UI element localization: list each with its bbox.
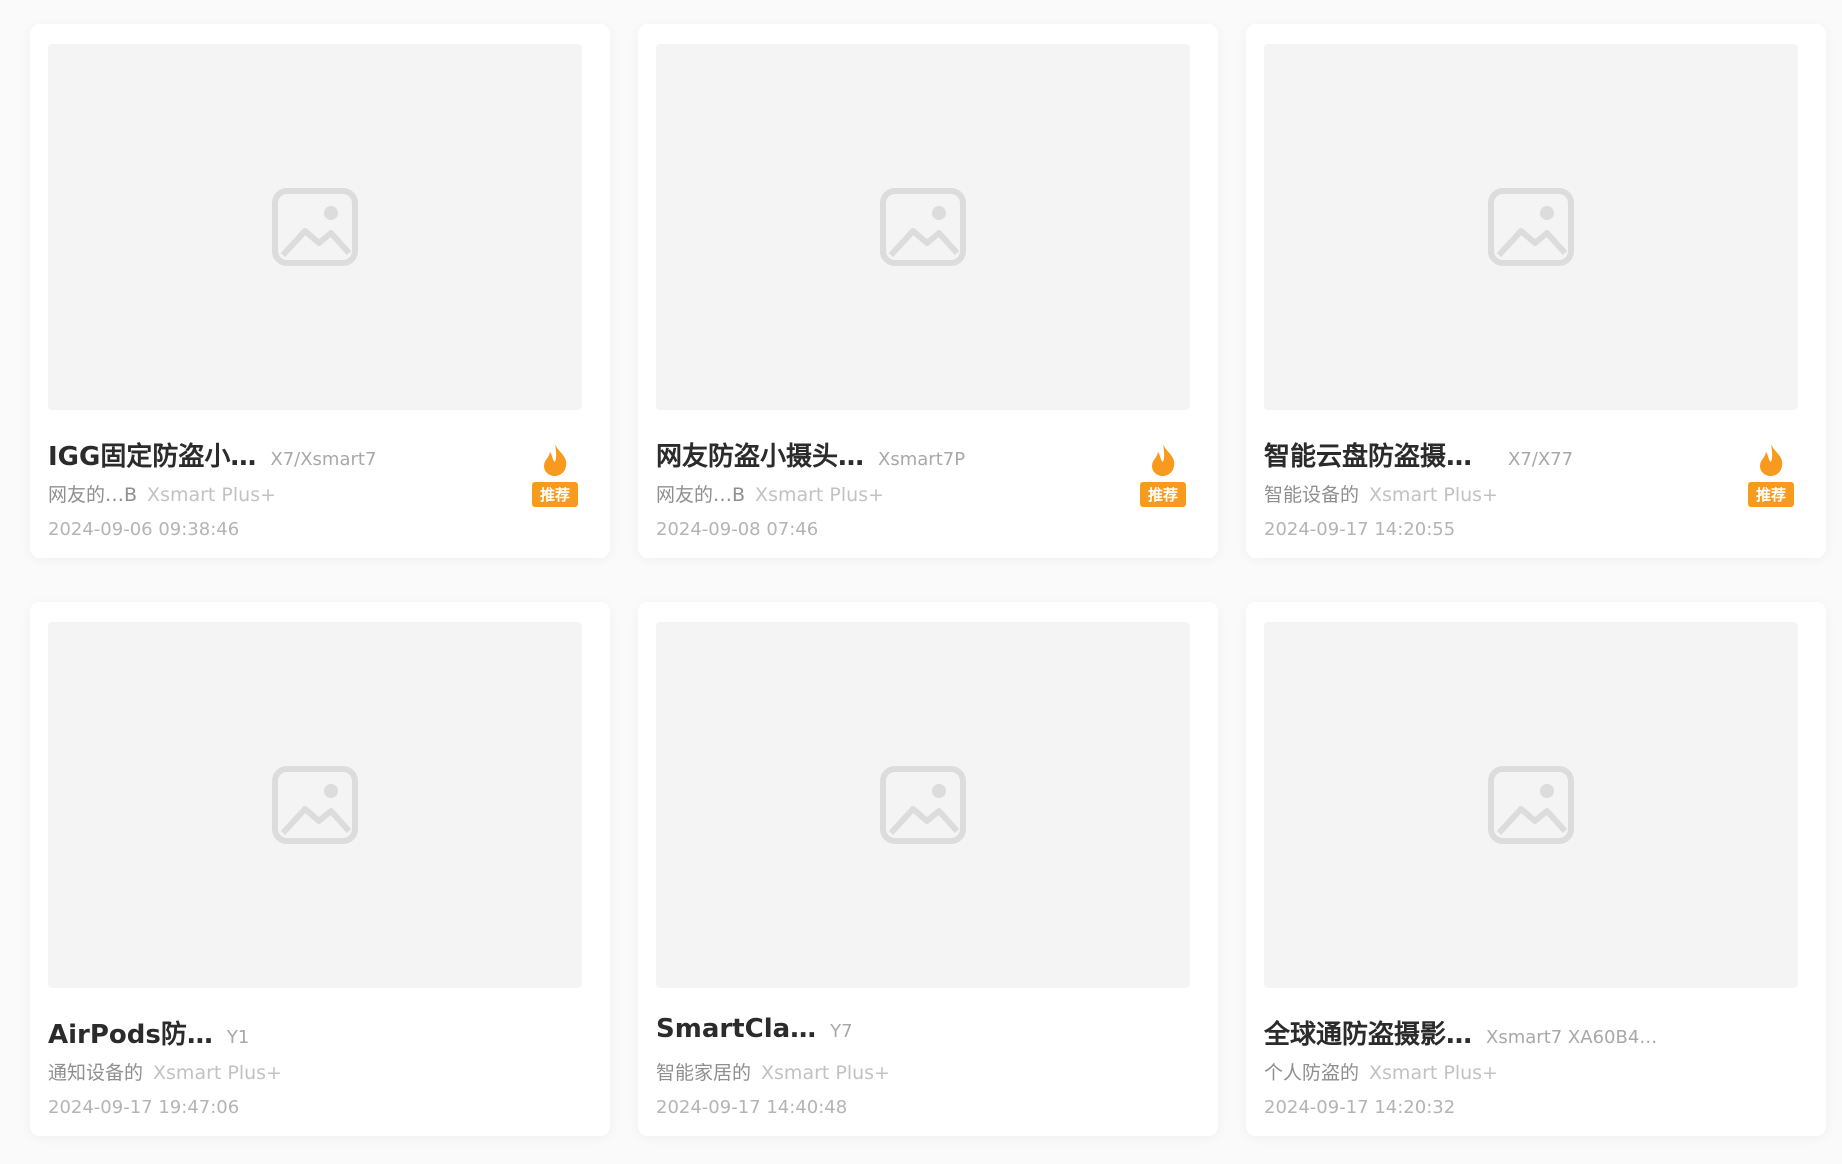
- flame-icon: [1152, 444, 1175, 476]
- card-model: Xsmart7 XA60B4…: [1486, 1027, 1658, 1048]
- product-card-5[interactable]: SmartCla… Y7 智能家居的 Xsmart Plus+ 2024-09-1…: [638, 602, 1218, 1136]
- card-owner: 网友的…B: [656, 484, 746, 506]
- card-info: 网友防盗小摄头… Xsmart7P 网友的…B Xsmart Plus+ 2024…: [656, 410, 1200, 540]
- card-extra: Xsmart Plus+: [1369, 484, 1498, 506]
- card-model: Y1: [226, 1027, 250, 1048]
- product-thumbnail[interactable]: [48, 622, 582, 988]
- card-meta: 网友的…B Xsmart Plus+: [656, 480, 1110, 507]
- hot-badge: 推荐: [1124, 442, 1202, 514]
- card-extra: Xsmart Plus+: [761, 1062, 890, 1084]
- image-placeholder-icon: [880, 766, 966, 844]
- card-meta: 通知设备的 Xsmart Plus+: [48, 1058, 502, 1085]
- product-card-6[interactable]: 全球通防盗摄影… Xsmart7 XA60B4… 个人防盗的 Xsmart Plu…: [1246, 602, 1826, 1136]
- hot-badge: 推荐: [1732, 442, 1810, 514]
- product-card-4[interactable]: AirPods防… Y1 通知设备的 Xsmart Plus+ 2024-09-1…: [30, 602, 610, 1136]
- hot-label: 推荐: [531, 482, 578, 507]
- card-extra: Xsmart Plus+: [147, 484, 277, 506]
- title-line: 智能云盘防盗摄头… X7/X77: [1264, 436, 1718, 470]
- card-extra: Xsmart Plus+: [755, 484, 885, 506]
- product-card-1[interactable]: IGG固定防盗小… X7/Xsmart7 网友的…B Xsmart Plus+ 2…: [30, 24, 610, 558]
- card-owner: 个人防盗的: [1264, 1062, 1360, 1084]
- title-line: IGG固定防盗小… X7/Xsmart7: [48, 436, 502, 470]
- card-date: 2024-09-17 14:40:48: [656, 1097, 848, 1118]
- flame-icon: [544, 444, 567, 476]
- card-meta: 智能设备的 Xsmart Plus+: [1264, 480, 1718, 507]
- hot-label: 推荐: [1747, 482, 1794, 507]
- card-owner: 智能家居的: [656, 1062, 752, 1084]
- card-date: 2024-09-08 07:46: [656, 519, 819, 540]
- card-grid: IGG固定防盗小… X7/Xsmart7 网友的…B Xsmart Plus+ 2…: [30, 24, 1826, 1136]
- card-title[interactable]: 网友防盗小摄头…: [656, 436, 864, 470]
- card-info: 全球通防盗摄影… Xsmart7 XA60B4… 个人防盗的 Xsmart Plu…: [1264, 988, 1808, 1118]
- card-date: 2024-09-06 09:38:46: [48, 519, 240, 540]
- card-date: 2024-09-17 14:20:55: [1264, 519, 1456, 540]
- card-title[interactable]: SmartCla…: [656, 1014, 816, 1044]
- card-title[interactable]: 智能云盘防盗摄头…: [1264, 436, 1494, 470]
- card-meta: 个人防盗的 Xsmart Plus+: [1264, 1058, 1718, 1085]
- card-title[interactable]: AirPods防…: [48, 1014, 213, 1048]
- card-owner: 智能设备的: [1264, 484, 1360, 506]
- card-model: X7/X77: [1508, 449, 1574, 470]
- image-placeholder-icon: [880, 188, 966, 266]
- card-owner: 网友的…B: [48, 484, 138, 506]
- image-placeholder-icon: [272, 188, 358, 266]
- card-info: 智能云盘防盗摄头… X7/X77 智能设备的 Xsmart Plus+ 2024-…: [1264, 410, 1808, 540]
- product-card-2[interactable]: 网友防盗小摄头… Xsmart7P 网友的…B Xsmart Plus+ 2024…: [638, 24, 1218, 558]
- card-owner: 通知设备的: [48, 1062, 144, 1084]
- product-thumbnail[interactable]: [1264, 622, 1798, 988]
- image-placeholder-icon: [1488, 766, 1574, 844]
- card-title[interactable]: 全球通防盗摄影…: [1264, 1014, 1472, 1048]
- card-meta: 智能家居的 Xsmart Plus+: [656, 1058, 1110, 1085]
- image-placeholder-icon: [1488, 188, 1574, 266]
- title-line: AirPods防… Y1: [48, 1014, 502, 1048]
- product-card-3[interactable]: 智能云盘防盗摄头… X7/X77 智能设备的 Xsmart Plus+ 2024-…: [1246, 24, 1826, 558]
- card-model: Y7: [830, 1021, 853, 1042]
- card-model: X7/Xsmart7: [270, 449, 377, 470]
- card-extra: Xsmart Plus+: [153, 1062, 282, 1084]
- title-line: 全球通防盗摄影… Xsmart7 XA60B4…: [1264, 1014, 1718, 1048]
- product-thumbnail[interactable]: [656, 622, 1190, 988]
- hot-label: 推荐: [1139, 482, 1186, 507]
- flame-icon: [1760, 444, 1783, 476]
- title-line: 网友防盗小摄头… Xsmart7P: [656, 436, 1110, 470]
- card-date: 2024-09-17 14:20:32: [1264, 1097, 1456, 1118]
- card-info: SmartCla… Y7 智能家居的 Xsmart Plus+ 2024-09-1…: [656, 988, 1200, 1118]
- card-info: AirPods防… Y1 通知设备的 Xsmart Plus+ 2024-09-1…: [48, 988, 592, 1118]
- card-date: 2024-09-17 19:47:06: [48, 1097, 240, 1118]
- product-thumbnail[interactable]: [656, 44, 1190, 410]
- card-meta: 网友的…B Xsmart Plus+: [48, 480, 502, 507]
- hot-badge: 推荐: [516, 442, 594, 514]
- image-placeholder-icon: [272, 766, 358, 844]
- card-info: IGG固定防盗小… X7/Xsmart7 网友的…B Xsmart Plus+ 2…: [48, 410, 592, 540]
- card-model: Xsmart7P: [878, 449, 966, 470]
- product-thumbnail[interactable]: [48, 44, 582, 410]
- card-extra: Xsmart Plus+: [1369, 1062, 1498, 1084]
- product-thumbnail[interactable]: [1264, 44, 1798, 410]
- card-title[interactable]: IGG固定防盗小…: [48, 436, 256, 470]
- title-line: SmartCla… Y7: [656, 1014, 1110, 1048]
